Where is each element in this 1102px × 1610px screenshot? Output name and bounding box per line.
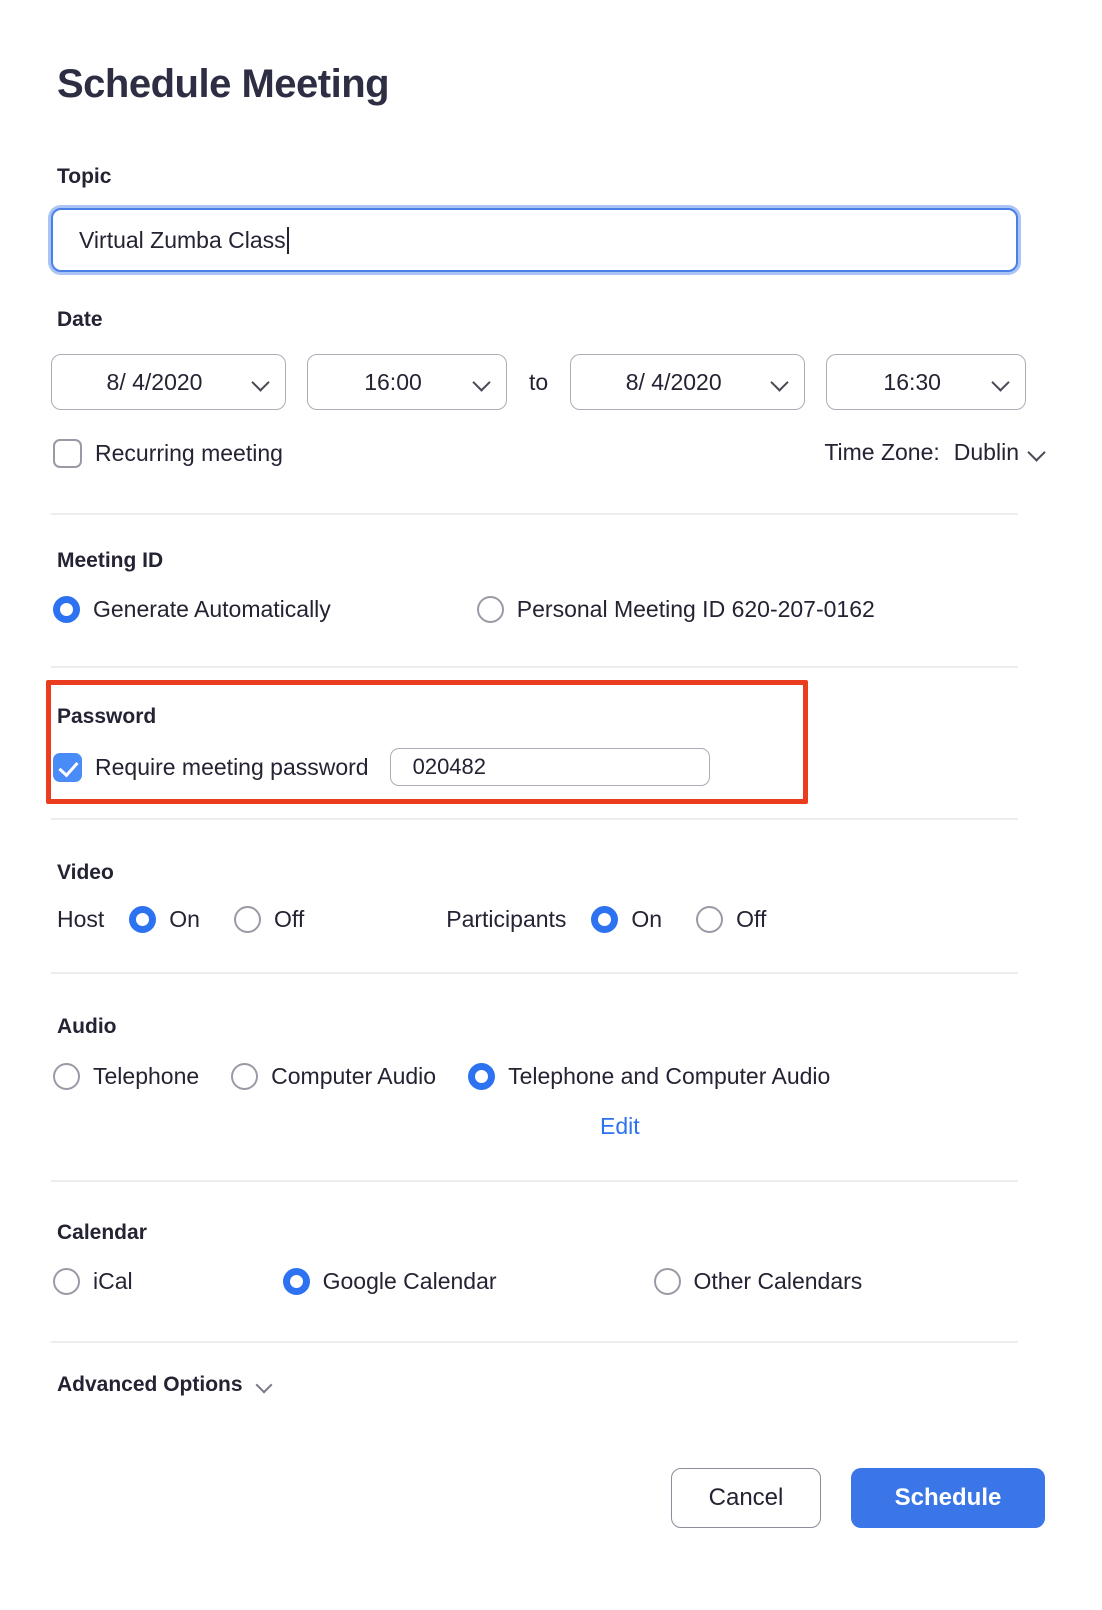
chevron-down-icon[interactable] [1029, 445, 1045, 461]
calendar-label: Calendar [57, 1221, 147, 1244]
chevron-down-icon [253, 374, 269, 390]
schedule-button[interactable]: Schedule [851, 1468, 1045, 1528]
radio-participants-video-off[interactable] [696, 906, 724, 933]
audio-label: Audio [57, 1015, 117, 1038]
meeting-id-options: Generate Automatically Personal Meeting … [53, 596, 875, 623]
video-participants-label: Participants [446, 906, 567, 932]
radio-host-video-off[interactable] [233, 906, 261, 933]
label-participants-video-on: On [631, 906, 663, 932]
date-label: Date [57, 308, 103, 331]
chevron-down-icon [474, 374, 490, 390]
cancel-button[interactable]: Cancel [671, 1468, 821, 1528]
divider [51, 513, 1018, 515]
topic-input[interactable]: Virtual Zumba Class [51, 208, 1018, 272]
label-computer-audio: Computer Audio [271, 1063, 437, 1089]
recurring-meeting-row[interactable]: Recurring meeting [53, 439, 283, 468]
radio-telephone-and-computer-audio[interactable] [468, 1063, 496, 1090]
calendar-options: iCal Google Calendar Other Calendars [53, 1268, 862, 1295]
timezone-value: Dublin [953, 439, 1019, 465]
date-row: 8/ 4/2020 16:00 to 8/ 4/2020 16:30 [51, 354, 1027, 410]
recurring-meeting-label: Recurring meeting [95, 440, 283, 466]
schedule-meeting-dialog: Schedule Meeting Topic Virtual Zumba Cla… [0, 0, 1102, 1610]
label-generate-automatically: Generate Automatically [93, 596, 331, 622]
password-row: Require meeting password 020482 [53, 748, 710, 786]
chevron-down-icon [772, 374, 788, 390]
label-other-calendars: Other Calendars [693, 1268, 863, 1294]
label-host-video-on: On [169, 906, 200, 932]
timezone-row[interactable]: Time Zone: Dublin [824, 439, 1045, 466]
audio-options: Telephone Computer Audio Telephone and C… [53, 1063, 830, 1090]
meeting-id-label: Meeting ID [57, 549, 164, 572]
timezone-label: Time Zone: [824, 439, 940, 465]
page-title: Schedule Meeting [57, 62, 390, 106]
video-host-label: Host [57, 906, 105, 932]
audio-edit-link[interactable]: Edit [600, 1113, 640, 1140]
topic-label: Topic [57, 165, 112, 188]
end-date-select[interactable]: 8/ 4/2020 [570, 354, 806, 410]
start-date-value: 8/ 4/2020 [106, 368, 203, 395]
date-separator: to [529, 368, 549, 395]
meeting-password-input[interactable]: 020482 [389, 748, 710, 786]
advanced-options-label: Advanced Options [57, 1373, 243, 1396]
label-google-calendar: Google Calendar [322, 1268, 497, 1294]
radio-ical[interactable] [53, 1268, 80, 1295]
chevron-down-icon [257, 1377, 273, 1393]
require-meeting-password-label: Require meeting password [95, 753, 369, 780]
radio-telephone[interactable] [53, 1063, 80, 1090]
video-label: Video [57, 861, 114, 884]
meeting-password-value: 020482 [412, 754, 487, 779]
label-host-video-off: Off [273, 906, 305, 932]
radio-computer-audio[interactable] [231, 1063, 259, 1090]
divider [51, 1341, 1018, 1343]
require-meeting-password-checkbox[interactable] [53, 752, 82, 782]
password-label: Password [57, 705, 157, 728]
text-caret [286, 226, 289, 254]
divider [51, 1180, 1018, 1182]
start-time-value: 16:00 [364, 368, 422, 395]
divider [51, 972, 1018, 974]
recurring-meeting-checkbox[interactable] [53, 439, 82, 468]
radio-host-video-on[interactable] [129, 906, 157, 933]
radio-personal-meeting-id[interactable] [476, 596, 504, 623]
video-options: Host On Off Participants On Off [57, 906, 766, 933]
end-date-value: 8/ 4/2020 [625, 368, 722, 395]
end-time-value: 16:30 [883, 368, 941, 395]
radio-google-calendar[interactable] [282, 1268, 310, 1295]
start-date-select[interactable]: 8/ 4/2020 [51, 354, 286, 410]
label-participants-video-off: Off [736, 906, 767, 932]
topic-input-value: Virtual Zumba Class [79, 226, 286, 253]
radio-participants-video-on[interactable] [591, 906, 619, 933]
label-telephone-and-computer-audio: Telephone and Computer Audio [508, 1063, 831, 1089]
start-time-select[interactable]: 16:00 [307, 354, 507, 410]
end-time-select[interactable]: 16:30 [826, 354, 1027, 410]
radio-other-calendars[interactable] [653, 1268, 681, 1295]
radio-generate-automatically[interactable] [53, 596, 80, 623]
label-telephone: Telephone [93, 1063, 200, 1089]
dialog-footer: Cancel Schedule [671, 1468, 1045, 1528]
label-personal-meeting-id: Personal Meeting ID 620-207-0162 [516, 596, 875, 622]
label-ical: iCal [93, 1268, 133, 1294]
chevron-down-icon [993, 374, 1009, 390]
divider [51, 666, 1018, 668]
advanced-options-toggle[interactable]: Advanced Options [57, 1373, 273, 1397]
divider [51, 818, 1018, 820]
